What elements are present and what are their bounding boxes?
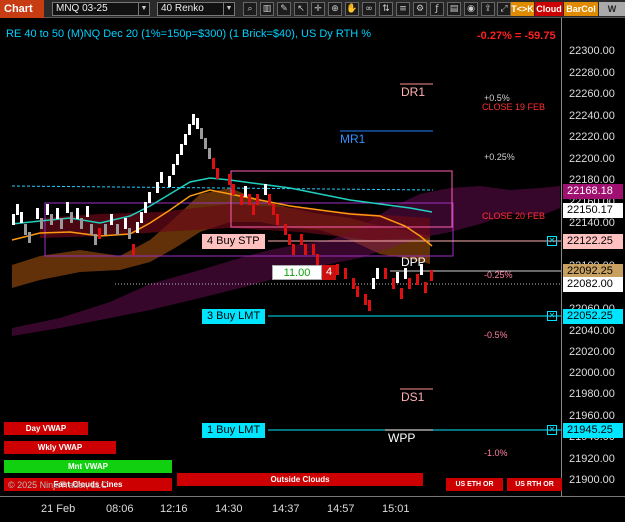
zoom-in-icon[interactable]: ⊕	[328, 2, 342, 16]
time-tick: 08:06	[106, 503, 134, 515]
strategy-icon[interactable]: ⚙	[413, 2, 427, 16]
bar-chart-icon[interactable]: ▥	[260, 2, 274, 16]
price-tag-buy-lmt-1: 22052.25	[563, 309, 623, 324]
price-tick: 21980.00	[569, 388, 615, 400]
price-tag-cloud: 22168.18	[563, 184, 623, 199]
price-tick: 22140.00	[569, 217, 615, 229]
price-tick: 22280.00	[569, 67, 615, 79]
position-pnl[interactable]: 11.00	[272, 265, 322, 280]
chart-toolbar: Chart MNQ 03-25 ▼ 40 Renko ▼ ⌕ ▥ ✎ ↖ ✛ ⊕…	[0, 0, 625, 28]
pct-minus-10-label: -1.0%	[484, 448, 508, 458]
time-tick: 15:01	[382, 503, 410, 515]
dpp-label: DPP	[401, 255, 426, 269]
tk-button[interactable]: T<>K	[511, 2, 534, 16]
ds1-label: DS1	[401, 390, 425, 404]
pct-minus-025-label: -0.25%	[484, 270, 513, 280]
instrument-value: MNQ 03-25	[56, 3, 108, 14]
chart-trader-icon[interactable]: ⇅	[379, 2, 393, 16]
instrument-selector[interactable]: MNQ 03-25 ▼	[52, 2, 150, 16]
wpp-label: WPP	[388, 431, 416, 445]
price-tag-buy-lmt-2: 21945.25	[563, 423, 623, 438]
price-tick: 22000.00	[569, 367, 615, 379]
price-tick: 21900.00	[569, 474, 615, 486]
barcol-button[interactable]: BarCol	[564, 2, 598, 16]
template-icon[interactable]: ▤	[447, 2, 461, 16]
position-quantity[interactable]: 4	[322, 265, 336, 280]
time-tick: 21 Feb	[41, 503, 76, 515]
draw-tool-icon[interactable]: ✎	[277, 2, 291, 16]
cursor-icon[interactable]: ↖	[294, 2, 308, 16]
price-tick: 22240.00	[569, 110, 615, 122]
close-order-icon[interactable]: ✕	[547, 425, 557, 435]
properties-icon[interactable]: ≡	[396, 2, 410, 16]
magnifier-icon[interactable]: ⌕	[243, 2, 257, 16]
us-eth-or-button[interactable]: US ETH OR	[446, 478, 503, 491]
buy-lmt-order-label-2[interactable]: 1 Buy LMT	[202, 423, 266, 438]
price-tick: 21960.00	[569, 410, 615, 422]
pct-plus-025-label: +0.25%	[484, 152, 515, 162]
price-tick: 22220.00	[569, 131, 615, 143]
close-order-icon[interactable]: ✕	[547, 311, 557, 321]
mr1-label: MR1	[340, 132, 366, 146]
day-vwap-button[interactable]: Day VWAP	[4, 422, 88, 435]
price-tick: 22300.00	[569, 45, 615, 57]
price-tick: 22020.00	[569, 346, 615, 358]
time-tick: 14:37	[272, 503, 300, 515]
price-tick: 21920.00	[569, 453, 615, 465]
fullscreen-icon[interactable]: ⤢	[497, 2, 511, 16]
time-tick: 14:57	[327, 503, 355, 515]
buy-lmt-order-label-1[interactable]: 3 Buy LMT	[202, 309, 266, 324]
copyright-text: © 2025 NinjaTrader, LLC	[8, 480, 108, 490]
time-tick: 12:16	[160, 503, 188, 515]
outside-clouds-button[interactable]: Outside Clouds	[177, 473, 423, 486]
close-order-icon[interactable]: ✕	[547, 236, 557, 246]
close-20feb-label: CLOSE 20 FEB	[482, 211, 546, 221]
vwap-dotted-line	[11, 185, 434, 191]
window-title: Chart	[0, 0, 44, 18]
price-tick: 22200.00	[569, 153, 615, 165]
crosshair-icon[interactable]: ✛	[311, 2, 325, 16]
price-tag-range: 22150.17	[563, 203, 623, 218]
bar-type-selector[interactable]: 40 Renko ▼	[157, 2, 235, 16]
buy-stp-order-label[interactable]: 4 Buy STP	[202, 234, 265, 249]
indicator-icon[interactable]: ƒ	[430, 2, 444, 16]
price-tag-last: 22082.00	[563, 277, 623, 292]
bar-type-value: 40 Renko	[161, 3, 204, 14]
chart-header: RE 40 to 50 (M)NQ Dec 20 (1%=150p=$300) …	[6, 28, 372, 40]
price-tick: 22260.00	[569, 88, 615, 100]
chevron-down-icon: ▼	[223, 3, 234, 15]
change-readout: -0.27% = -59.75	[477, 30, 556, 42]
time-axis[interactable]	[0, 496, 625, 522]
pct-minus-05-label: -0.5%	[484, 330, 508, 340]
close-19feb-label: CLOSE 19 FEB	[482, 102, 546, 112]
cloud-button[interactable]: Cloud	[535, 2, 563, 16]
us-rth-or-button[interactable]: US RTH OR	[507, 478, 562, 491]
dr1-label: DR1	[401, 85, 426, 99]
price-tag-buy-stp: 22122.25	[563, 234, 623, 249]
link-icon[interactable]: ∞	[362, 2, 376, 16]
screenshot-icon[interactable]: ◉	[464, 2, 478, 16]
chevron-down-icon: ▼	[138, 3, 149, 15]
wkly-vwap-button[interactable]: Wkly VWAP	[4, 441, 116, 454]
hand-icon[interactable]: ✋	[345, 2, 359, 16]
time-tick: 14:30	[215, 503, 243, 515]
w-button[interactable]: W VVV	[599, 2, 625, 28]
share-icon[interactable]: ⇪	[481, 2, 495, 16]
price-tick: 22040.00	[569, 325, 615, 337]
mnt-vwap-button[interactable]: Mnt VWAP	[4, 460, 172, 473]
